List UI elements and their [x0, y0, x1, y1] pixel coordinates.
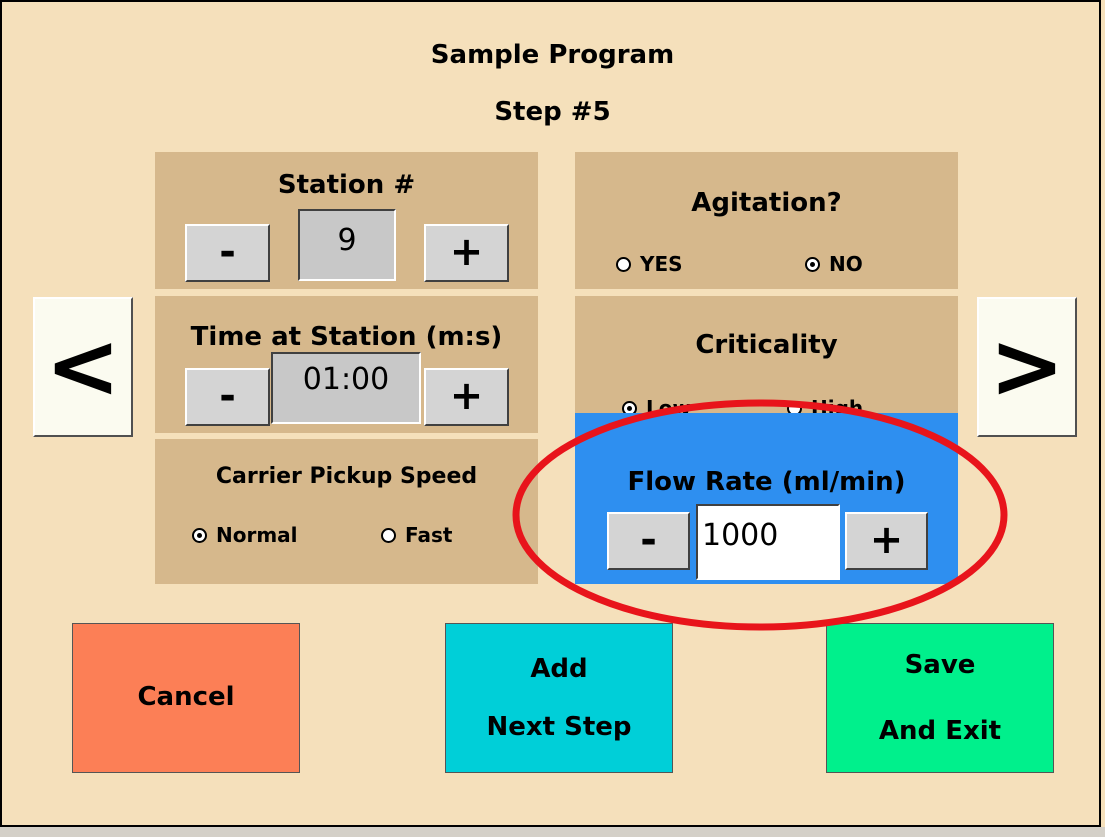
time-label: Time at Station (m:s)	[190, 322, 503, 352]
flow-rate-increment-button[interactable]: +	[845, 512, 928, 570]
step-number: Step #5	[494, 97, 611, 127]
station-panel: Station # - 9 +	[155, 152, 538, 289]
flow-rate-input[interactable]: 1000	[696, 504, 840, 580]
next-step-button[interactable]: >	[977, 297, 1077, 437]
carrier-normal-option[interactable]: Normal	[192, 523, 298, 547]
chevron-right-icon: >	[989, 314, 1065, 419]
cancel-button[interactable]: Cancel	[72, 623, 300, 773]
save-and-exit-button[interactable]: Save And Exit	[826, 623, 1054, 773]
radio-unselected-icon[interactable]	[381, 527, 396, 543]
criticality-label: Criticality	[695, 330, 838, 360]
flow-rate-panel: Flow Rate (ml/min) - 1000 +	[575, 413, 958, 584]
agitation-panel: Agitation? YES NO	[575, 152, 958, 289]
time-panel: Time at Station (m:s) - 01:00 +	[155, 296, 538, 433]
carrier-normal-label: Normal	[216, 523, 298, 547]
add-label-line1: Add	[530, 654, 588, 684]
station-decrement-button[interactable]: -	[185, 224, 270, 282]
add-next-step-button[interactable]: Add Next Step	[445, 623, 673, 773]
carrier-label: Carrier Pickup Speed	[215, 464, 478, 489]
station-label: Station #	[277, 170, 416, 200]
program-step-screen: Sample Program Step #5 Station # - 9 + T…	[0, 0, 1101, 827]
add-label-line2: Next Step	[486, 712, 632, 742]
station-value[interactable]: 9	[298, 209, 396, 281]
carrier-fast-label: Fast	[405, 523, 453, 547]
save-label-line1: Save	[904, 650, 976, 680]
radio-selected-icon[interactable]	[192, 527, 207, 543]
time-increment-button[interactable]: +	[424, 368, 509, 426]
time-value[interactable]: 01:00	[271, 352, 421, 424]
carrier-fast-option[interactable]: Fast	[381, 523, 452, 547]
radio-unselected-icon[interactable]	[616, 256, 631, 272]
program-title: Sample Program	[430, 40, 675, 70]
carrier-panel: Carrier Pickup Speed Normal Fast	[155, 439, 538, 584]
time-decrement-button[interactable]: -	[185, 368, 270, 426]
station-increment-button[interactable]: +	[424, 224, 509, 282]
flow-rate-label: Flow Rate (ml/min)	[627, 467, 906, 497]
flow-rate-decrement-button[interactable]: -	[607, 512, 690, 570]
agitation-yes-label: YES	[640, 252, 683, 276]
bottom-strip	[0, 827, 1105, 837]
radio-selected-icon[interactable]	[805, 256, 820, 272]
agitation-label: Agitation?	[691, 188, 842, 218]
agitation-yes-option[interactable]: YES	[616, 252, 683, 276]
save-label-line2: And Exit	[878, 716, 1002, 746]
agitation-no-label: NO	[829, 252, 863, 276]
agitation-no-option[interactable]: NO	[805, 252, 863, 276]
cancel-label: Cancel	[137, 682, 235, 712]
chevron-left-icon: <	[45, 314, 121, 419]
previous-step-button[interactable]: <	[33, 297, 133, 437]
